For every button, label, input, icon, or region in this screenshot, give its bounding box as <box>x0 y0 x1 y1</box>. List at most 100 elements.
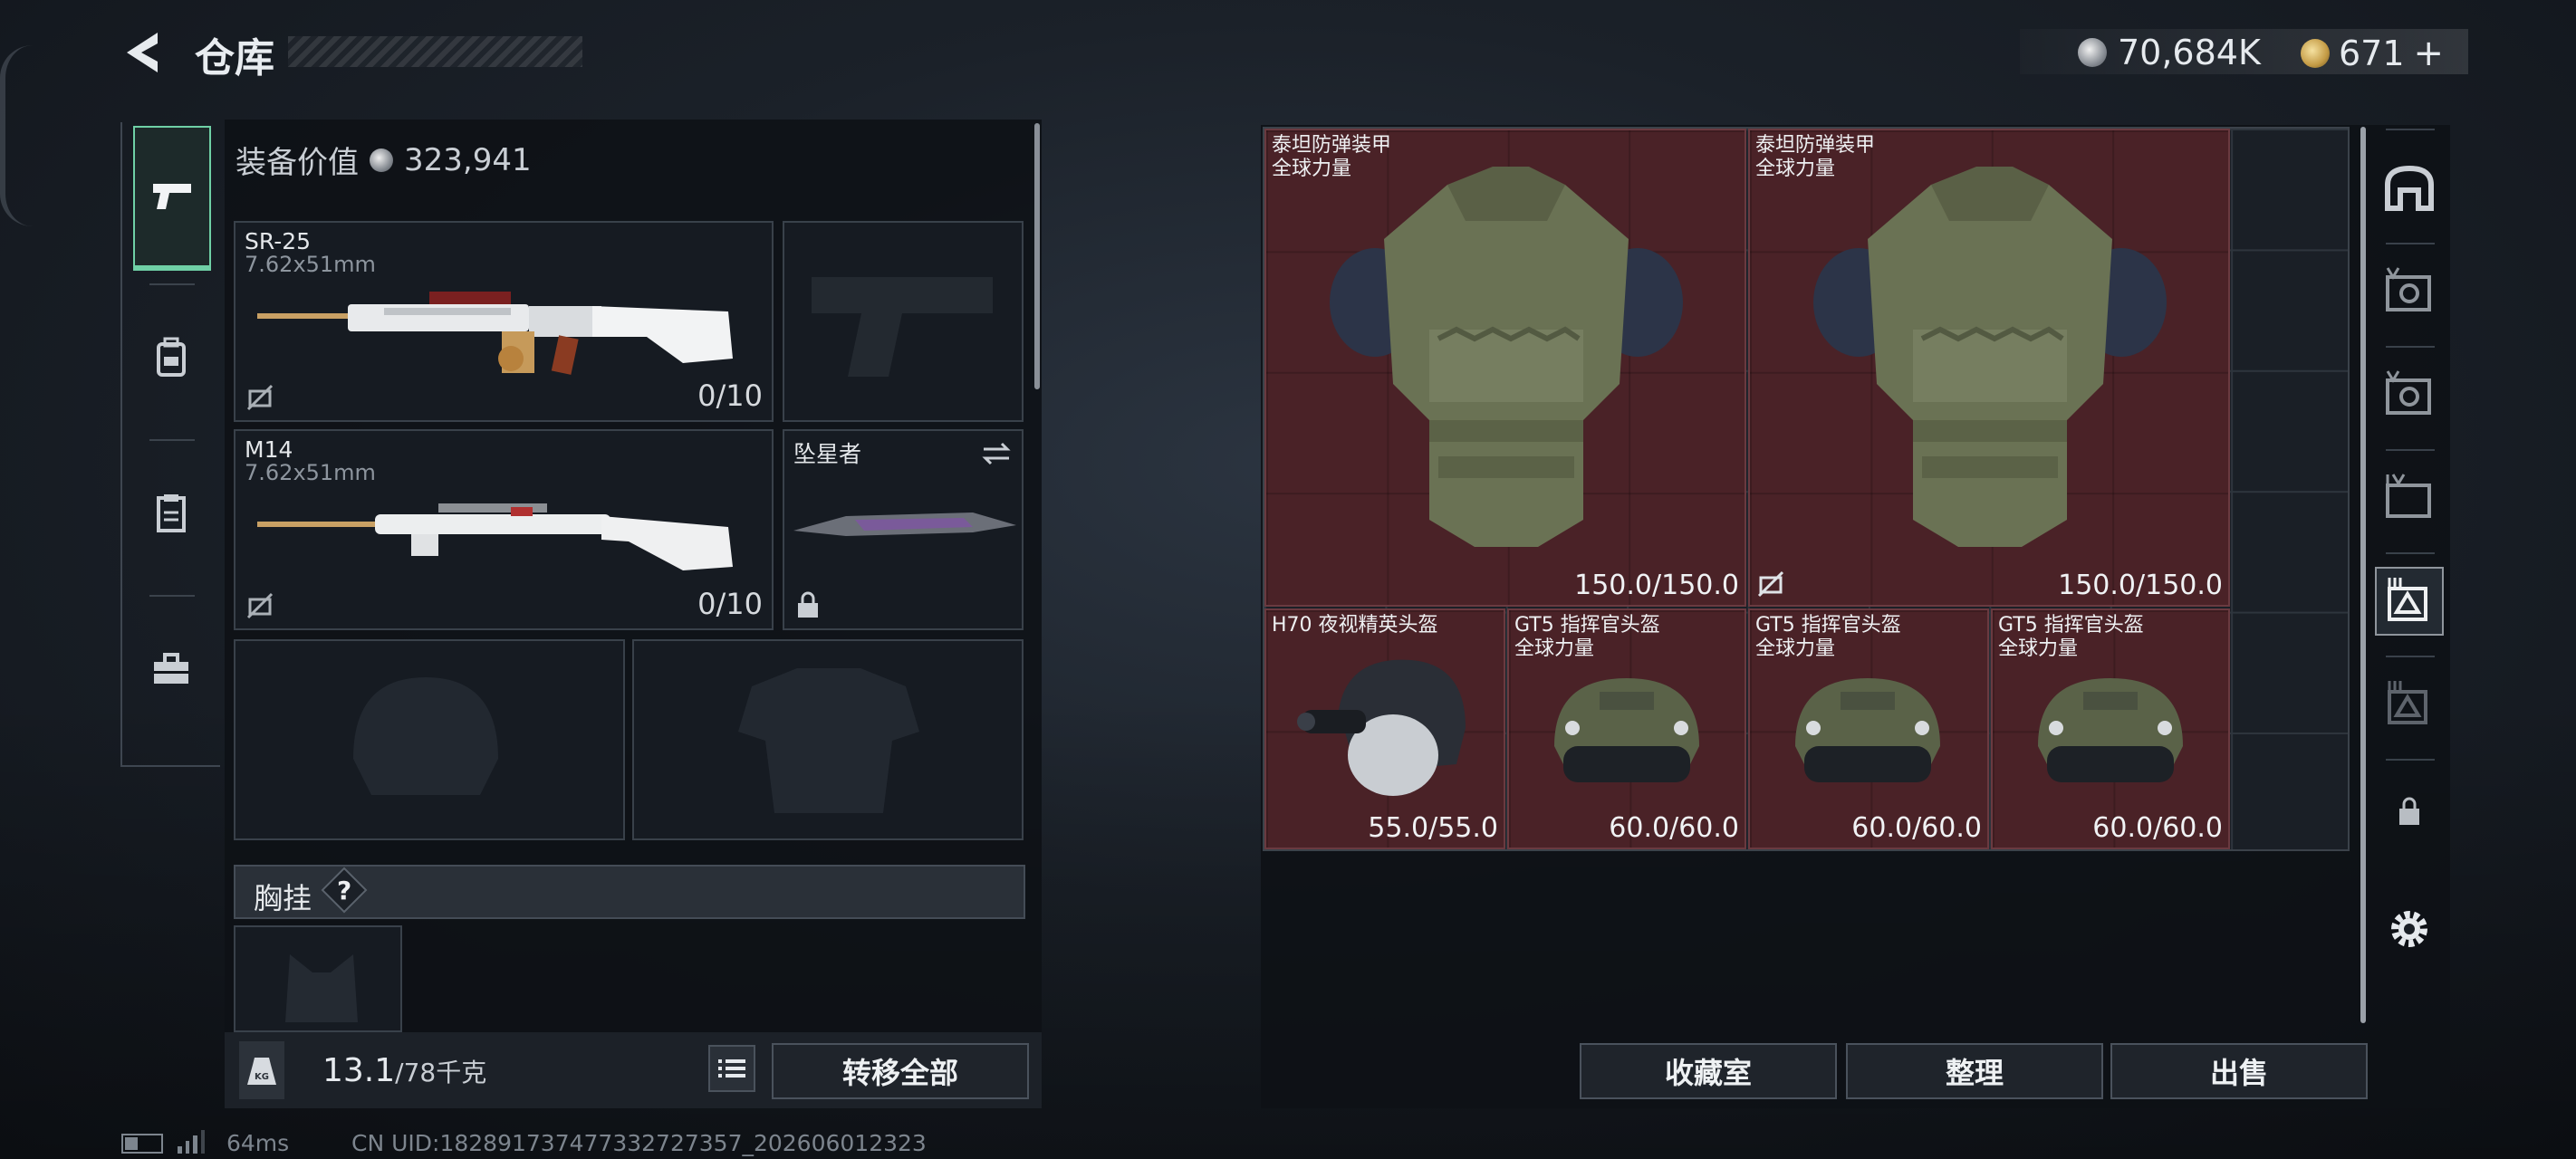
equipment-value-amount: 323,941 <box>404 141 532 178</box>
tab-container[interactable] <box>122 441 220 586</box>
gold-coin-icon <box>2301 39 2330 68</box>
stash-item-helmet-h70[interactable]: H70 夜视精英头盔 55.0/55.0 <box>1264 608 1505 849</box>
case-iii-icon <box>2388 578 2427 621</box>
item-durability: 60.0/60.0 <box>2092 812 2223 844</box>
stash-page-iii-tab-active[interactable] <box>2375 567 2444 636</box>
rail-divider <box>2386 552 2435 554</box>
toolbox-icon <box>154 653 188 684</box>
collection-room-button[interactable]: 收藏室 <box>1580 1043 1837 1099</box>
weight-icon: KG <box>239 1041 284 1099</box>
weapon-name: M14 <box>245 436 293 463</box>
gt5-helmet-image <box>2038 678 2183 782</box>
case-iv-icon <box>2386 474 2431 518</box>
swap-icon[interactable] <box>980 440 1013 467</box>
chest-rig-slot[interactable] <box>234 925 402 1032</box>
case-v2-icon <box>2386 370 2431 415</box>
sell-button[interactable]: 出售 <box>2110 1043 2368 1099</box>
case-v-icon <box>2386 267 2431 311</box>
add-currency-button[interactable]: + <box>2414 33 2445 74</box>
rail-divider <box>2386 656 2435 657</box>
category-tabs <box>120 122 220 767</box>
battery-icon <box>121 1134 163 1154</box>
stash-page-rail <box>2366 125 2453 1030</box>
signal-icon <box>178 1128 205 1154</box>
silver-coin-icon <box>2078 38 2107 67</box>
stash-item-helmet-gt5-2[interactable]: GT5 指挥官头盔 全球力量 60.0/60.0 <box>1748 608 1989 849</box>
page-title: 仓库 <box>195 35 274 81</box>
pistol-icon <box>153 184 191 209</box>
silver-amount: 70,684K <box>2118 33 2261 72</box>
stash-item-helmet-gt5-3[interactable]: GT5 指挥官头盔 全球力量 60.0/60.0 <box>1991 608 2230 849</box>
back-arrow-icon <box>127 33 158 72</box>
locked-page-tab[interactable] <box>2375 777 2444 846</box>
stash-home-tab[interactable] <box>2375 154 2444 223</box>
gold-currency[interactable]: 671 + <box>2301 33 2444 74</box>
current-weight: 13.1 <box>322 1052 396 1089</box>
lock-icon <box>2399 797 2419 825</box>
pistol-placeholder-icon <box>812 277 993 377</box>
uid-readout: CN UID:182891737477332727357_20260601232… <box>351 1130 927 1156</box>
chest-rig-placeholder-icon <box>285 954 358 1022</box>
gear-icon <box>2391 911 2427 947</box>
tab-toolbox[interactable] <box>122 597 220 742</box>
loadout-scrollbar[interactable] <box>1034 123 1040 389</box>
item-name: GT5 指挥官头盔 全球力量 <box>1755 614 1901 660</box>
backpack-icon <box>157 337 186 377</box>
stash-page-iii2-tab[interactable] <box>2375 670 2444 739</box>
item-durability: 60.0/60.0 <box>1851 812 1982 844</box>
settings-button[interactable] <box>2375 895 2444 963</box>
weight-readout: 13.1/78千克 <box>322 1052 486 1089</box>
vault-icon <box>2385 165 2434 211</box>
rail-divider <box>2386 243 2435 244</box>
back-button[interactable] <box>118 27 172 78</box>
ammo-count: 0/10 <box>697 378 763 413</box>
silver-coin-icon <box>370 148 393 172</box>
gt5-helmet-image <box>1554 678 1699 782</box>
stash-page-iv-tab[interactable] <box>2375 464 2444 532</box>
helmet-placeholder-icon <box>353 677 498 795</box>
tab-weapons[interactable] <box>133 126 211 271</box>
chest-rig-header: 胸挂 ? <box>234 865 1025 919</box>
clipboard-icon <box>157 494 186 532</box>
help-text: ? <box>337 876 352 905</box>
stash-page-v2-tab[interactable] <box>2375 360 2444 429</box>
stash-item-armor-2[interactable]: 泰坦防弹装甲 全球力量 150.0/150.0 <box>1748 129 2230 607</box>
equipment-value: 装备价值 323,941 <box>235 138 532 182</box>
no-attachment-icon <box>1757 570 1784 598</box>
case-iii-dim-icon <box>2388 681 2427 724</box>
sr25-rifle-image <box>257 292 733 375</box>
item-durability: 55.0/55.0 <box>1368 812 1498 844</box>
chest-rig-label: 胸挂 <box>254 881 312 915</box>
armor-slot[interactable] <box>632 639 1024 840</box>
armor-placeholder-icon <box>738 668 919 813</box>
item-durability: 60.0/60.0 <box>1609 812 1739 844</box>
title-decoration <box>288 36 582 67</box>
melee-name: 坠星者 <box>793 441 862 467</box>
battery-level <box>125 1137 138 1150</box>
melee-blade-image <box>793 512 1016 536</box>
transfer-all-button[interactable]: 转移全部 <box>772 1043 1029 1099</box>
item-durability: 150.0/150.0 <box>1574 570 1739 601</box>
kg-label: KG <box>255 1072 269 1082</box>
tab-backpack[interactable] <box>122 285 220 430</box>
sort-button[interactable]: 整理 <box>1846 1043 2103 1099</box>
ping-readout: 64ms <box>226 1130 290 1156</box>
gt5-helmet-image <box>1795 678 1940 782</box>
primary-weapon-slot-1[interactable]: SR-25 7.62x51mm 0/10 <box>234 221 774 422</box>
stash-item-helmet-gt5-1[interactable]: GT5 指挥官头盔 全球力量 60.0/60.0 <box>1507 608 1746 849</box>
pistol-slot[interactable] <box>783 221 1024 422</box>
night-vision-helmet-image <box>1297 659 1466 796</box>
list-view-button[interactable] <box>708 1045 755 1092</box>
m14-rifle-image <box>257 503 733 570</box>
helmet-slot[interactable] <box>234 639 625 840</box>
no-attachment-icon <box>246 592 274 619</box>
melee-slot[interactable]: 坠星者 <box>783 429 1024 630</box>
background-decoration <box>0 45 33 226</box>
rail-divider <box>2386 129 2435 130</box>
stash-item-armor-1[interactable]: 泰坦防弹装甲 全球力量 150.0/150.0 <box>1264 129 1746 607</box>
stash-page-v-tab[interactable] <box>2375 257 2444 326</box>
no-attachment-icon <box>246 384 274 411</box>
rail-divider <box>2386 759 2435 761</box>
silver-currency: 70,684K <box>2078 33 2261 72</box>
primary-weapon-slot-2[interactable]: M14 7.62x51mm 0/10 <box>234 429 774 630</box>
